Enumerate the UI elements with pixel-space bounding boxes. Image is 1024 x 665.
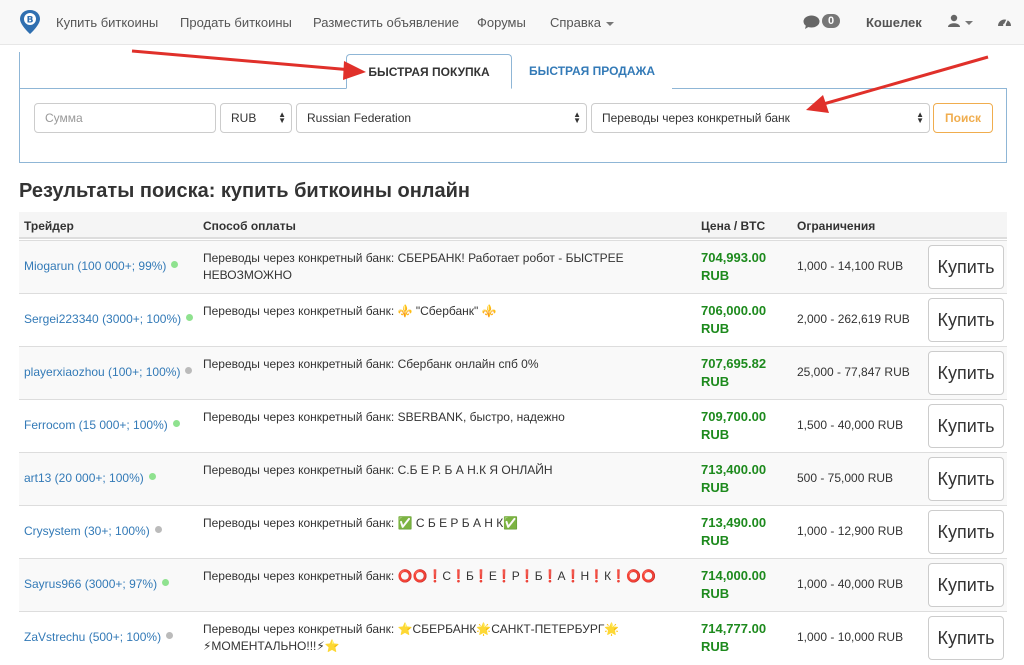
annotation-arrow-tab	[131, 49, 366, 80]
annotation-arrows	[131, 49, 989, 113]
annotation-arrow-payment	[806, 55, 989, 113]
